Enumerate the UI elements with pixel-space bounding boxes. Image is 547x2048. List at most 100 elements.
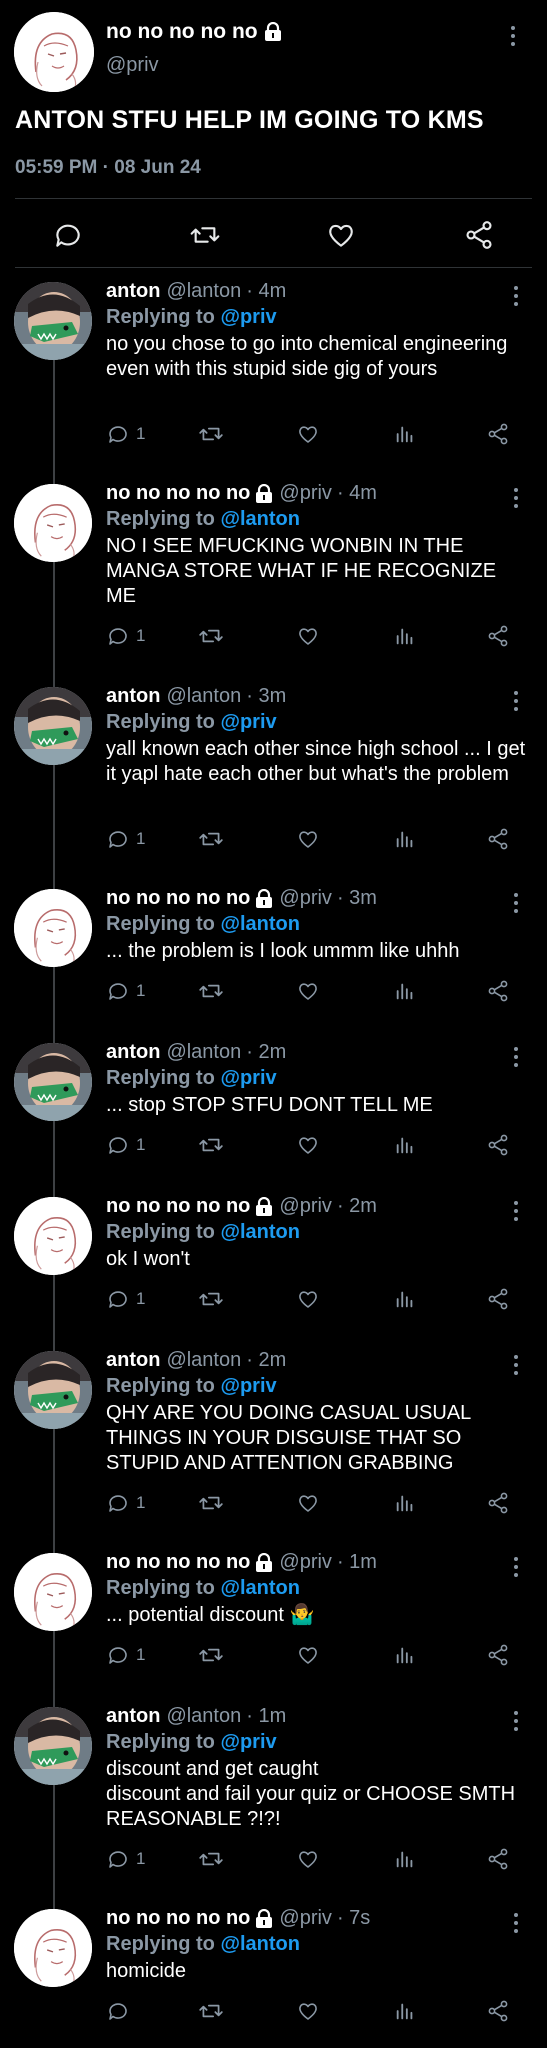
retweet-icon[interactable]	[198, 1130, 224, 1160]
comment-icon[interactable]: 1	[106, 1844, 145, 1874]
reply-time[interactable]: · 1m	[246, 1705, 286, 1728]
comment-icon[interactable]: 1	[106, 419, 145, 449]
reply-tweet[interactable]: anton @lanton · 1m Replying to @priv discoun…	[0, 1705, 547, 1880]
mention-link[interactable]: @priv	[220, 711, 276, 733]
author-handle[interactable]: @lanton	[166, 1705, 241, 1728]
heart-icon[interactable]	[296, 1488, 320, 1518]
reply-time[interactable]: · 4m	[337, 482, 377, 505]
author-name[interactable]: no no no no no	[106, 20, 282, 44]
reply-time[interactable]: · 4m	[246, 280, 286, 303]
author-handle[interactable]: @priv	[279, 887, 332, 910]
heart-icon[interactable]	[296, 1996, 320, 2026]
author-name[interactable]: no no no no no	[106, 1551, 250, 1574]
bar-chart-icon[interactable]	[394, 824, 416, 854]
tweet-timestamp[interactable]: 05:59 PM · 08 Jun 24	[15, 157, 201, 179]
retweet-icon[interactable]	[198, 1996, 224, 2026]
more-vertical-icon[interactable]	[513, 1711, 519, 1731]
share-icon[interactable]	[486, 1844, 510, 1874]
author-name[interactable]: no no no no no	[106, 1195, 250, 1218]
reply-time[interactable]: · 2m	[337, 1195, 377, 1218]
heart-icon[interactable]	[296, 1640, 320, 1670]
more-vertical-icon[interactable]	[513, 893, 519, 913]
retweet-icon[interactable]	[198, 621, 224, 651]
comment-icon[interactable]: 1	[106, 1488, 145, 1518]
author-name[interactable]: anton	[106, 280, 160, 303]
more-vertical-icon[interactable]	[513, 1557, 519, 1577]
reply-time[interactable]: · 2m	[246, 1349, 286, 1372]
comment-icon[interactable]	[52, 219, 84, 251]
share-icon[interactable]	[486, 1640, 510, 1670]
share-icon[interactable]	[486, 419, 510, 449]
heart-icon[interactable]	[296, 621, 320, 651]
more-vertical-icon[interactable]	[513, 1913, 519, 1933]
reply-tweet[interactable]: anton @lanton · 4m Replying to @priv no you …	[0, 280, 547, 455]
author-handle[interactable]: @priv	[106, 54, 159, 77]
author-name[interactable]: no no no no no	[106, 482, 250, 505]
retweet-icon[interactable]	[198, 1844, 224, 1874]
more-vertical-icon[interactable]	[513, 1047, 519, 1067]
comment-icon[interactable]: 1	[106, 1130, 145, 1160]
mention-link[interactable]: @lanton	[220, 913, 300, 935]
reply-tweet[interactable]: anton @lanton · 2m Replying to @priv ... sto…	[0, 1041, 547, 1166]
retweet-icon[interactable]	[198, 824, 224, 854]
share-icon[interactable]	[486, 976, 510, 1006]
heart-icon[interactable]	[296, 1130, 320, 1160]
author-name[interactable]: anton	[106, 1349, 160, 1372]
comment-icon[interactable]: 1	[106, 824, 145, 854]
retweet-icon[interactable]	[198, 1488, 224, 1518]
author-handle[interactable]: @priv	[279, 1551, 332, 1574]
comment-icon[interactable]: 1	[106, 976, 145, 1006]
bar-chart-icon[interactable]	[394, 1130, 416, 1160]
reply-time[interactable]: · 3m	[337, 887, 377, 910]
more-vertical-icon[interactable]	[513, 488, 519, 508]
heart-icon[interactable]	[296, 419, 320, 449]
author-handle[interactable]: @priv	[279, 1907, 332, 1930]
avatar[interactable]	[14, 12, 94, 92]
retweet-icon[interactable]	[198, 1284, 224, 1314]
heart-icon[interactable]	[296, 824, 320, 854]
avatar[interactable]	[14, 1043, 92, 1121]
more-vertical-icon[interactable]	[513, 1201, 519, 1221]
author-name[interactable]: anton	[106, 1041, 160, 1064]
mention-link[interactable]: @lanton	[220, 1221, 300, 1243]
reply-tweet[interactable]: anton @lanton · 2m Replying to @priv QHY ARE…	[0, 1349, 547, 1524]
share-icon[interactable]	[486, 1488, 510, 1518]
reply-tweet[interactable]: no no no no no @priv · 1m Replying to @lant…	[0, 1551, 547, 1676]
mention-link[interactable]: @lanton	[220, 1577, 300, 1599]
author-name[interactable]: anton	[106, 1705, 160, 1728]
mention-link[interactable]: @priv	[220, 1375, 276, 1397]
avatar[interactable]	[14, 889, 92, 967]
share-icon[interactable]	[486, 621, 510, 651]
avatar[interactable]	[14, 1197, 92, 1275]
heart-icon[interactable]	[296, 1284, 320, 1314]
retweet-icon[interactable]	[198, 976, 224, 1006]
reply-time[interactable]: · 7s	[337, 1907, 370, 1930]
author-handle[interactable]: @lanton	[166, 1041, 241, 1064]
more-vertical-icon[interactable]	[513, 691, 519, 711]
retweet-icon[interactable]	[189, 219, 221, 251]
more-vertical-icon[interactable]	[513, 1355, 519, 1375]
heart-icon[interactable]	[296, 1844, 320, 1874]
comment-icon[interactable]: 1	[106, 621, 145, 651]
mention-link[interactable]: @priv	[220, 306, 276, 328]
more-vertical-icon[interactable]	[513, 286, 519, 306]
reply-tweet[interactable]: no no no no no @priv · 3m Replying to @lant…	[0, 887, 547, 1012]
author-name[interactable]: anton	[106, 685, 160, 708]
mention-link[interactable]: @lanton	[220, 1933, 300, 1955]
retweet-icon[interactable]	[198, 1640, 224, 1670]
reply-time[interactable]: · 2m	[246, 1041, 286, 1064]
author-name[interactable]: no no no no no	[106, 887, 250, 910]
reply-time[interactable]: · 1m	[337, 1551, 377, 1574]
mention-link[interactable]: @lanton	[220, 508, 300, 530]
avatar[interactable]	[14, 484, 92, 562]
bar-chart-icon[interactable]	[394, 621, 416, 651]
bar-chart-icon[interactable]	[394, 1844, 416, 1874]
reply-tweet[interactable]: anton @lanton · 3m Replying to @priv yall kn…	[0, 685, 547, 860]
share-icon[interactable]	[486, 1996, 510, 2026]
comment-icon[interactable]: 1	[106, 1284, 145, 1314]
bar-chart-icon[interactable]	[394, 976, 416, 1006]
reply-tweet[interactable]: no no no no no @priv · 2m Replying to @lant…	[0, 1195, 547, 1320]
share-icon[interactable]	[486, 1130, 510, 1160]
mention-link[interactable]: @priv	[220, 1731, 276, 1753]
comment-icon[interactable]	[106, 1996, 136, 2026]
